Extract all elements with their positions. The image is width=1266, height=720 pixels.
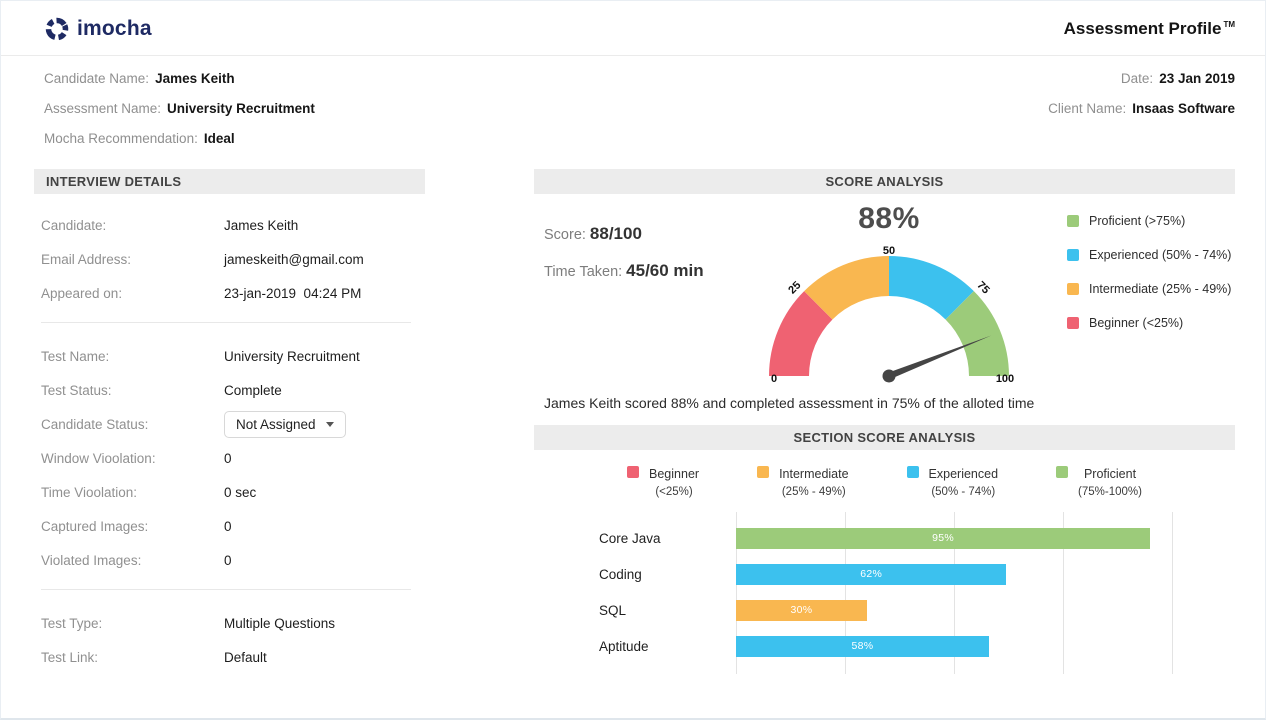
chevron-down-icon (326, 422, 334, 427)
mocha-recommendation-row: Mocha Recommendation:Ideal (44, 129, 315, 148)
page-title: Assessment ProfileTM (1064, 19, 1235, 39)
divider (41, 589, 411, 590)
core-java-bar: 95% (736, 528, 1150, 549)
test-status-row: Test Status: Complete (41, 373, 425, 407)
candidate-status-dropdown[interactable]: Not Assigned (224, 411, 346, 438)
score-analysis-panel: SCORE ANALYSIS Score:88/100 Time Taken:4… (534, 169, 1235, 674)
score-analysis-body: Score:88/100 Time Taken:45/60 min 88% 0 (534, 202, 1235, 391)
candidate-info-right: Date:23 Jan 2019 Client Name:Insaas Soft… (1048, 69, 1235, 159)
beginner-swatch (627, 466, 639, 478)
experienced-swatch (907, 466, 919, 478)
beginner-swatch (1067, 317, 1079, 329)
legend-item-beginner: Beginner(<25%) (627, 465, 699, 498)
candidate-status-row: Candidate Status: Not Assigned (41, 407, 425, 441)
experienced-swatch (1067, 249, 1079, 261)
assessment-name-row: Assessment Name:University Recruitment (44, 99, 315, 118)
legend-item-beginner: Beginner (<25%) (1067, 316, 1235, 330)
interview-details-group-3: Test Type: Multiple Questions Test Link:… (34, 592, 425, 676)
gauge-needle-pivot (883, 370, 896, 383)
test-name-row: Test Name: University Recruitment (41, 339, 425, 373)
assessment-profile-page: imocha Assessment ProfileTM Candidate Na… (0, 0, 1266, 720)
client-name-row: Client Name:Insaas Software (1048, 99, 1235, 118)
legend-item-intermediate: Intermediate(25% - 49%) (757, 465, 848, 498)
captured-images-row: Captured Images: 0 (41, 509, 425, 543)
proficient-swatch (1067, 215, 1079, 227)
bar-value-label: 30% (736, 604, 867, 616)
gauge-segment-proficient (960, 305, 989, 376)
gauge-segment-experienced (889, 276, 960, 305)
date-row: Date:23 Jan 2019 (1048, 69, 1235, 88)
section-score-header: SECTION SCORE ANALYSIS (534, 425, 1235, 450)
legend-item-proficient: Proficient(75%-100%) (1056, 465, 1142, 498)
aptitude-bar: 58% (736, 636, 989, 657)
gauge-chart-block: 88% 0 25 50 75 100 (739, 202, 1039, 391)
gauge-tick-75: 75 (975, 279, 992, 296)
violated-images-row: Violated Images: 0 (41, 543, 425, 577)
legend-item-proficient: Proficient (>75%) (1067, 214, 1235, 228)
imocha-logo-icon (44, 16, 70, 42)
bar-value-label: 58% (736, 640, 989, 652)
imocha-logo: imocha (44, 16, 152, 42)
section-score-legend: Beginner(<25%) Intermediate(25% - 49%) E… (534, 465, 1235, 498)
interview-details-header: INTERVIEW DETAILS (34, 169, 425, 194)
gauge-tick-25: 25 (786, 279, 803, 296)
proficient-swatch (1056, 466, 1068, 478)
sql-bar: 30% (736, 600, 867, 621)
divider (41, 322, 411, 323)
gauge-percent-value: 88% (739, 202, 1039, 236)
candidate-row: Candidate: James Keith (41, 208, 425, 242)
bar-category-label: Aptitude (599, 639, 736, 654)
intermediate-swatch (1067, 283, 1079, 295)
legend-item-experienced: Experienced(50% - 74%) (907, 465, 999, 498)
time-taken-line: Time Taken:45/60 min (544, 261, 739, 281)
bar-category-label: Core Java (599, 531, 736, 546)
candidate-name-row: Candidate Name:James Keith (44, 69, 315, 88)
gauge-legend: Proficient (>75%) Experienced (50% - 74%… (1039, 202, 1235, 391)
gauge-segment-intermediate (818, 276, 889, 305)
bar-value-label: 95% (736, 532, 1150, 544)
section-score-bar-chart: Core Java 95% Coding 62% SQL 30% Aptitud… (599, 512, 1172, 674)
test-link-row: Test Link: Default (41, 640, 425, 674)
bar-category-label: Coding (599, 567, 736, 582)
score-line: Score:88/100 (544, 224, 739, 244)
interview-details-group-1: Candidate: James Keith Email Address: ja… (34, 194, 425, 312)
coding-bar: 62% (736, 564, 1006, 585)
page-header: imocha Assessment ProfileTM (1, 1, 1265, 56)
gauge-tick-0: 0 (771, 373, 777, 385)
bar-row-aptitude: Aptitude 58% (599, 628, 1172, 664)
bar-category-label: SQL (599, 603, 736, 618)
candidate-info-left: Candidate Name:James Keith Assessment Na… (44, 69, 315, 159)
score-analysis-header: SCORE ANALYSIS (534, 169, 1235, 194)
intermediate-swatch (757, 466, 769, 478)
candidate-info-section: Candidate Name:James Keith Assessment Na… (1, 56, 1265, 165)
window-violation-row: Window Vioolation: 0 (41, 441, 425, 475)
logo-text: imocha (77, 17, 152, 41)
gauge-chart: 0 25 50 75 100 (749, 236, 1029, 386)
interview-details-panel: INTERVIEW DETAILS Candidate: James Keith… (34, 169, 425, 676)
bar-value-label: 62% (736, 568, 1006, 580)
gauge-segment-beginner (789, 305, 818, 376)
time-violation-row: Time Vioolation: 0 sec (41, 475, 425, 509)
bar-row-core-java: Core Java 95% (599, 520, 1172, 556)
score-summary-sentence: James Keith scored 88% and completed ass… (544, 395, 1235, 411)
bar-row-coding: Coding 62% (599, 556, 1172, 592)
email-address-row: Email Address: jameskeith@gmail.com (41, 242, 425, 276)
trademark-superscript: TM (1223, 20, 1235, 29)
appeared-on-row: Appeared on: 23-jan-2019 04:24 PM (41, 276, 425, 310)
legend-item-intermediate: Intermediate (25% - 49%) (1067, 282, 1235, 296)
legend-item-experienced: Experienced (50% - 74%) (1067, 248, 1235, 262)
bar-row-sql: SQL 30% (599, 592, 1172, 628)
test-type-row: Test Type: Multiple Questions (41, 606, 425, 640)
score-summary-block: Score:88/100 Time Taken:45/60 min (534, 202, 739, 391)
gauge-tick-50: 50 (883, 245, 895, 257)
interview-details-group-2: Test Name: University Recruitment Test S… (34, 325, 425, 579)
gauge-tick-100: 100 (996, 373, 1014, 385)
